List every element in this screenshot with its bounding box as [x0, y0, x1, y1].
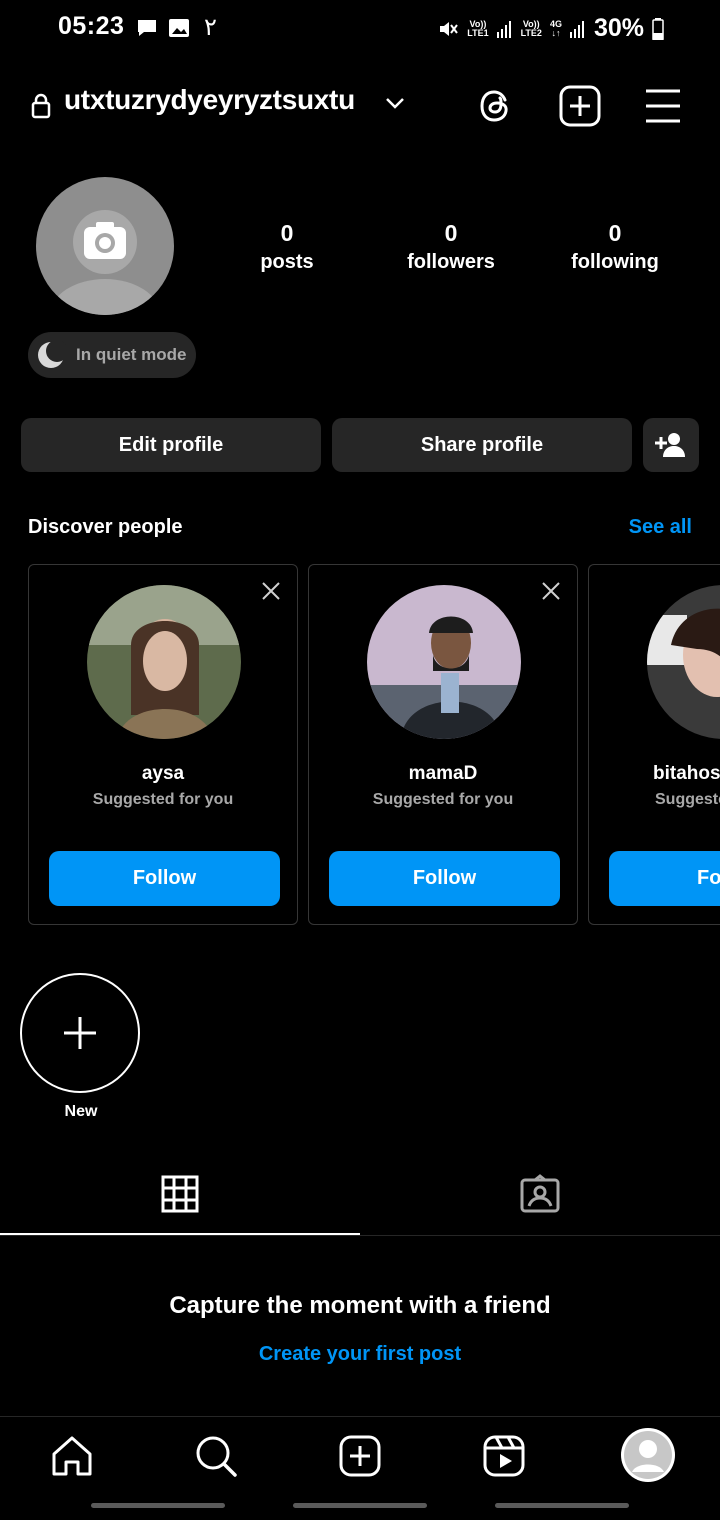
profile-avatar[interactable] [36, 177, 174, 315]
suggestion-name[interactable]: mamaD [309, 763, 577, 785]
profile-tab-avatar[interactable] [621, 1428, 675, 1482]
see-all-link[interactable]: See all [629, 516, 692, 539]
chevron-down-icon[interactable] [384, 96, 406, 110]
search-icon[interactable] [194, 1434, 238, 1478]
threads-icon[interactable] [476, 86, 516, 126]
followers-label: followers [407, 251, 495, 273]
battery-icon [652, 17, 664, 40]
status-right: Vo)) LTE1 Vo)) LTE2 4G ↓↑ 30% [437, 14, 664, 43]
sim1-label: Vo)) LTE1 [467, 18, 489, 38]
status-indicator: ٢ [204, 14, 217, 41]
suggestion-card[interactable]: mamaD Suggested for you Follow [308, 564, 578, 925]
grid-icon[interactable] [160, 1174, 200, 1214]
create-first-post-link[interactable]: Create your first post [0, 1343, 720, 1366]
network-label: 4G ↓↑ [549, 18, 562, 38]
follow-button[interactable]: Fo [609, 851, 720, 906]
following-count: 0 [608, 220, 622, 246]
sim2-label: Vo)) LTE2 [520, 18, 542, 38]
suggestion-subtitle: Suggeste [655, 791, 720, 808]
add-person-icon [655, 433, 685, 457]
reels-icon[interactable] [482, 1434, 526, 1478]
suggestion-card[interactable]: bitahos Suggeste Fo [588, 564, 720, 925]
new-highlight-button[interactable] [20, 973, 140, 1093]
moon-icon [36, 340, 66, 370]
close-icon[interactable] [261, 581, 281, 601]
close-icon[interactable] [541, 581, 561, 601]
posts-label: posts [260, 251, 314, 273]
gallery-notification-icon [168, 18, 190, 38]
active-tab-indicator [0, 1233, 360, 1235]
follow-button[interactable]: Follow [329, 851, 560, 906]
mute-icon [437, 18, 459, 40]
suggestion-avatar[interactable] [647, 585, 720, 739]
posts-stat[interactable]: 0 posts [217, 220, 357, 274]
suggestion-subtitle: Suggested for you [372, 791, 514, 808]
followers-stat[interactable]: 0 followers [381, 220, 521, 274]
discover-title: Discover people [28, 516, 183, 538]
lock-icon [30, 93, 52, 119]
suggestion-avatar[interactable] [87, 585, 241, 739]
create-icon[interactable] [558, 84, 602, 128]
follow-button[interactable]: Follow [49, 851, 280, 906]
following-stat[interactable]: 0 following [545, 220, 685, 274]
edit-profile-button[interactable]: Edit profile [21, 418, 321, 472]
new-highlight-label: New [64, 1103, 98, 1120]
create-post-icon[interactable] [338, 1434, 382, 1478]
add-person-button[interactable] [643, 418, 699, 472]
suggestion-card[interactable]: aysa Suggested for you Follow [28, 564, 298, 925]
tagged-icon[interactable] [519, 1174, 561, 1214]
message-notification-icon [136, 18, 158, 38]
signal-icon [496, 20, 513, 38]
profile-username[interactable]: utxtuzrydyeyryztsuxtu [64, 84, 355, 116]
home-icon[interactable] [50, 1434, 94, 1478]
battery-percent: 30% [593, 14, 644, 42]
gesture-bar [91, 1503, 225, 1508]
quiet-mode-badge[interactable]: In quiet mode [28, 332, 196, 378]
menu-icon[interactable] [644, 88, 682, 124]
empty-state-title: Capture the moment with a friend [169, 1292, 551, 1319]
share-profile-button[interactable]: Share profile [332, 418, 632, 472]
suggestion-avatar[interactable] [367, 585, 521, 739]
gesture-bar [293, 1503, 427, 1508]
status-time: 05:23 [58, 12, 125, 40]
suggestion-name[interactable]: bitahos [653, 763, 720, 785]
tab-divider [0, 1235, 720, 1236]
suggestion-subtitle: Suggested for you [92, 791, 234, 808]
quiet-mode-label: In quiet mode [76, 345, 187, 364]
signal-icon [569, 20, 586, 38]
gesture-bar [495, 1503, 629, 1508]
following-label: following [571, 251, 659, 273]
followers-count: 0 [444, 220, 458, 246]
nav-divider [0, 1416, 720, 1417]
posts-count: 0 [280, 220, 294, 246]
suggestion-name[interactable]: aysa [29, 763, 297, 785]
plus-icon [64, 1017, 96, 1049]
